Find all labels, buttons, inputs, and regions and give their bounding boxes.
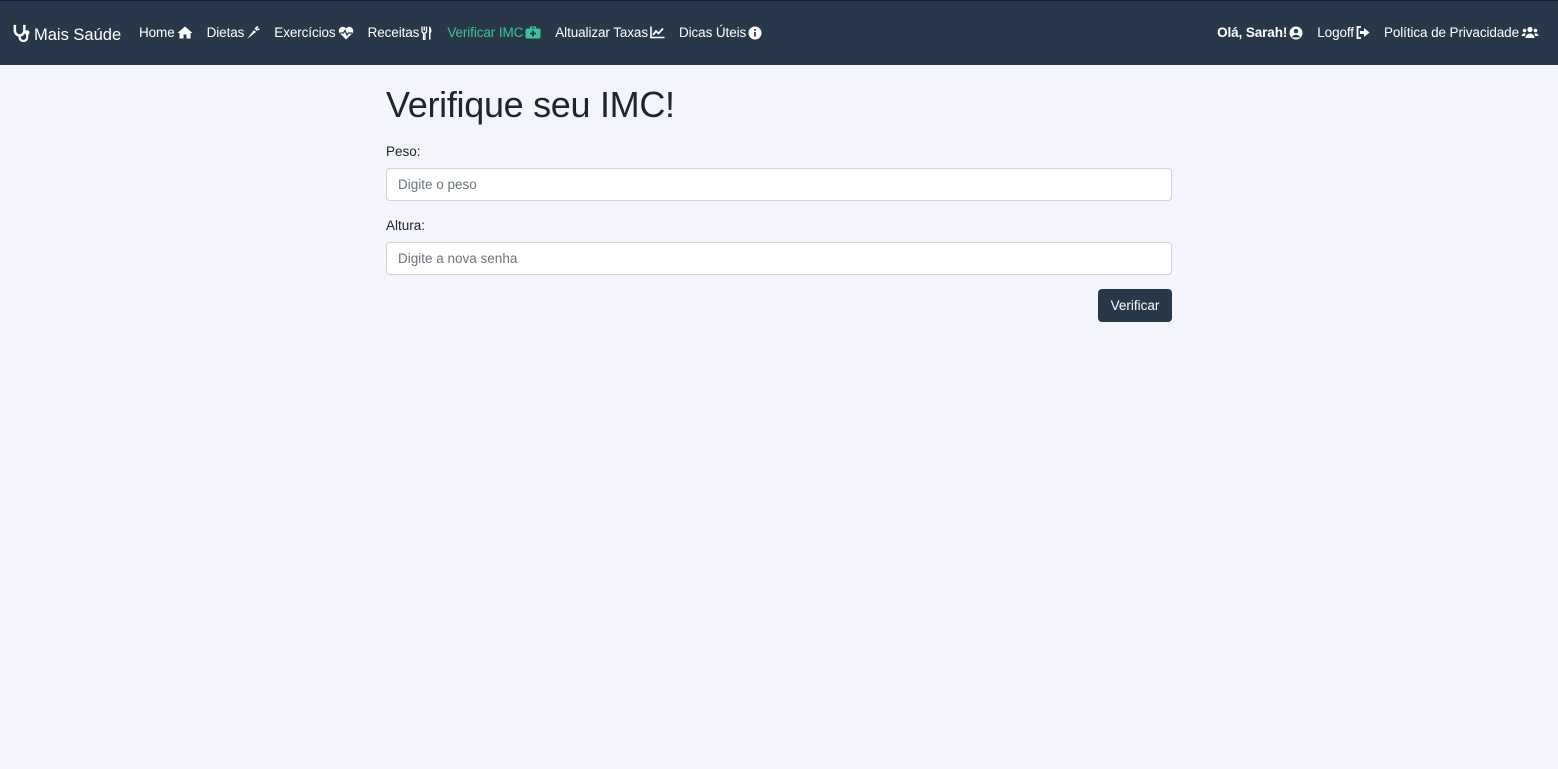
sign-out-icon (1356, 26, 1370, 39)
nav-link-atualizar-taxas[interactable]: Altualizar Taxas (555, 25, 665, 40)
nav-link-label: Altualizar Taxas (555, 25, 648, 40)
nav-link-politica-privacidade[interactable]: Política de Privacidade (1384, 25, 1539, 40)
nav-link-label: Receitas (367, 25, 420, 40)
peso-label: Peso: (386, 144, 421, 159)
peso-input[interactable] (386, 168, 1172, 201)
nav-link-dicas-uteis[interactable]: Dicas Úteis (679, 25, 762, 40)
nav-link-label: Logoff (1317, 25, 1354, 40)
nav-link-label: Dietas (206, 25, 245, 40)
nav-link-verificar-imc[interactable]: Verificar IMC (447, 25, 541, 40)
nav-link-user-greeting[interactable]: Olá, Sarah! (1217, 25, 1303, 40)
nav-link-label: Verificar IMC (447, 25, 524, 40)
user-circle-icon (1289, 26, 1303, 40)
carrot-icon (246, 25, 261, 40)
nav-link-logoff[interactable]: Logoff (1317, 25, 1370, 40)
nav-right-menu: Olá, Sarah! Logoff Política de Privacida… (1217, 25, 1539, 40)
altura-label: Altura: (386, 218, 426, 233)
heartbeat-icon (338, 26, 354, 40)
nav-link-exercicios[interactable]: Exercícios (274, 25, 353, 40)
nav-link-dietas[interactable]: Dietas (207, 25, 261, 40)
nav-link-label: Política de Privacidade (1383, 25, 1519, 40)
page-title: Verifique seu IMC! (386, 84, 675, 125)
utensils-icon (421, 26, 433, 40)
nav-link-label: Exercícios (274, 25, 336, 40)
nav-link-home[interactable]: Home (139, 25, 193, 40)
stethoscope-icon (12, 23, 31, 47)
brand-link[interactable]: Mais Saúde (12, 23, 121, 47)
home-icon (177, 26, 193, 39)
altura-input[interactable] (386, 242, 1172, 275)
nav-link-label: Home (139, 25, 175, 40)
nav-link-label: Dicas Úteis (678, 25, 747, 40)
nav-left-menu: Home Dietas Exercícios Receitas Verifica… (139, 25, 762, 40)
chart-line-icon (650, 26, 665, 39)
nav-link-receitas[interactable]: Receitas (368, 25, 434, 40)
users-icon (1521, 26, 1539, 39)
verificar-button[interactable]: Verificar (1098, 289, 1172, 322)
brand-label: Mais Saúde (34, 25, 122, 44)
info-circle-icon (748, 26, 762, 40)
top-navbar: Mais Saúde Home Dietas Exercícios Receit… (0, 0, 1558, 65)
nav-link-label: Olá, Sarah! (1217, 25, 1288, 40)
medkit-icon (525, 26, 541, 39)
